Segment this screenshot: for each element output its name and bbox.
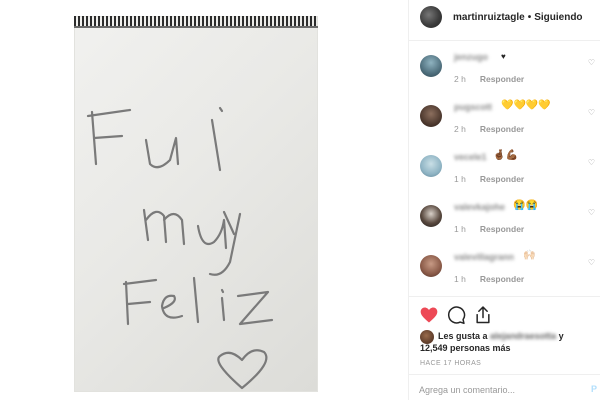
post-media[interactable] (0, 0, 408, 400)
comment-like-icon[interactable]: ♡ (588, 158, 595, 167)
reply-button[interactable]: Responder (480, 174, 524, 184)
comment-item: vecele1 🤞🏾💪🏾 1 h Responder ♡ (409, 144, 600, 190)
reply-button[interactable]: Responder (480, 224, 524, 234)
comment-item: valevillagrann 🙌🏻 1 h Responder ♡ (409, 244, 600, 290)
commenter-username[interactable]: jenzugo (454, 52, 488, 62)
likes-summary: Les gusta a alejandraesotta y (438, 331, 564, 341)
comment-text: ♥ (501, 52, 506, 61)
header-separator: • (527, 12, 532, 23)
post-timestamp: HACE 17 HORAS (420, 360, 482, 367)
comment-time: 1 h (454, 224, 466, 234)
comment-time: 1 h (454, 174, 466, 184)
add-comment-bar: P (409, 374, 600, 401)
likes-conjunction: y (558, 331, 564, 341)
commenter-username[interactable]: valevkajohe (454, 202, 505, 212)
commenter-avatar[interactable] (420, 255, 442, 277)
commenter-avatar[interactable] (420, 205, 442, 227)
comment-list[interactable]: jenzugo ♥ 2 h Responder ♡ pugscott 💛💛💛💛 2… (409, 44, 600, 296)
comment-like-icon[interactable]: ♡ (588, 258, 595, 267)
post-sidebar: martinruiztagle • Siguiendo jenzugo ♥ 2 h R… (408, 0, 600, 400)
comment-time: 2 h (454, 124, 466, 134)
comment-time: 2 h (454, 74, 466, 84)
commenter-avatar[interactable] (420, 155, 442, 177)
comment-meta: 1 h Responder (454, 274, 524, 284)
comment-text: 💛💛💛💛 (501, 100, 551, 111)
comment-meta: 1 h Responder (454, 174, 524, 184)
heart-icon[interactable] (419, 305, 439, 325)
author-avatar[interactable] (420, 6, 442, 28)
comment-meta: 2 h Responder (454, 124, 524, 134)
likes-prefix: Les gusta a (438, 331, 488, 341)
commenter-avatar[interactable] (420, 55, 442, 77)
comment-like-icon[interactable]: ♡ (588, 58, 595, 67)
comment-item: valevkajohe 😭😭 1 h Responder ♡ (409, 194, 600, 240)
handwriting-word-muy (142, 208, 242, 276)
comment-text: 😭😭 (513, 200, 538, 211)
likes-count[interactable]: 12,549 personas más (420, 343, 511, 353)
comment-text: 🤞🏾💪🏾 (493, 150, 518, 161)
post-comment-button[interactable]: P (591, 384, 597, 394)
comment-meta: 2 h Responder (454, 74, 524, 84)
commenter-username[interactable]: vecele1 (454, 152, 487, 162)
comment-meta: 1 h Responder (454, 224, 524, 234)
handwriting-heart (217, 349, 268, 390)
commenter-username[interactable]: pugscott (454, 102, 492, 112)
comment-item: jenzugo ♥ 2 h Responder ♡ (409, 44, 600, 90)
comment-time: 1 h (454, 274, 466, 284)
comment-like-icon[interactable]: ♡ (588, 208, 595, 217)
handwriting-word-fui (86, 106, 224, 172)
reply-button[interactable]: Responder (480, 274, 524, 284)
comment-item: pugscott 💛💛💛💛 2 h Responder ♡ (409, 94, 600, 140)
reply-button[interactable]: Responder (480, 74, 524, 84)
share-icon[interactable] (473, 305, 493, 325)
post-actions: Les gusta a alejandraesotta y 12,549 per… (409, 296, 600, 369)
commenter-avatar[interactable] (420, 105, 442, 127)
author-line: martinruiztagle • Siguiendo (453, 12, 583, 23)
add-comment-input[interactable] (419, 383, 579, 397)
handwriting-word-feliz (122, 276, 274, 326)
follow-status[interactable]: Siguiendo (534, 12, 582, 23)
liker-avatar[interactable] (420, 330, 434, 344)
liked-by-username[interactable]: alejandraesotta (490, 331, 556, 341)
post-header: martinruiztagle • Siguiendo (409, 0, 600, 41)
comment-text: 🙌🏻 (523, 250, 536, 261)
commenter-username[interactable]: valevillagrann (454, 252, 514, 262)
comment-like-icon[interactable]: ♡ (588, 108, 595, 117)
reply-button[interactable]: Responder (480, 124, 524, 134)
author-username[interactable]: martinruiztagle (453, 12, 525, 23)
notebook-photo (74, 16, 318, 392)
handwritten-drawing (86, 106, 274, 390)
comment-icon[interactable] (446, 305, 466, 325)
